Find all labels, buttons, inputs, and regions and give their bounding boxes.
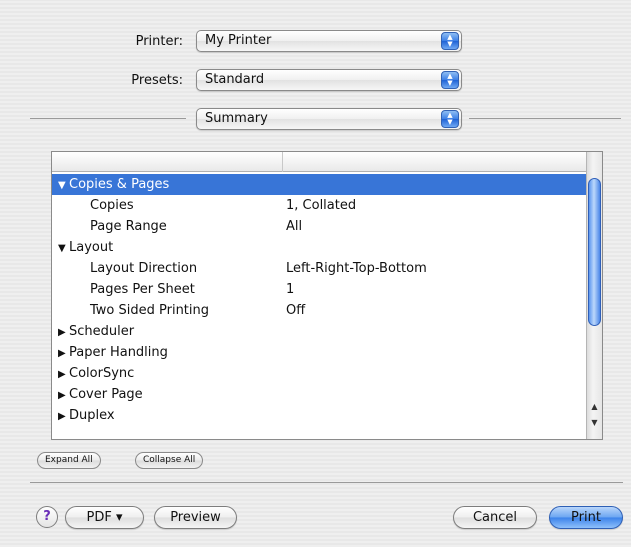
summary-row-label: Pages Per Sheet	[90, 282, 195, 297]
summary-setting-row[interactable]: Page Range All	[52, 216, 588, 237]
summary-row-value: Left-Right-Top-Bottom	[286, 261, 427, 276]
bottom-separator	[30, 482, 623, 483]
cancel-button[interactable]: Cancel	[453, 506, 537, 529]
summary-row-value: 1	[286, 282, 295, 297]
preview-button[interactable]: Preview	[154, 506, 237, 529]
table-header	[52, 152, 588, 172]
separator-left	[30, 118, 186, 119]
scrollbar-thumb[interactable]	[588, 178, 601, 326]
triangle-down-icon[interactable]: ▼	[58, 175, 69, 196]
triangle-right-icon[interactable]: ▶	[58, 385, 69, 406]
scroll-down-arrow-icon[interactable]: ▼	[587, 416, 602, 429]
triangle-right-icon[interactable]: ▶	[58, 364, 69, 385]
panel-value: Summary	[205, 111, 268, 126]
print-button[interactable]: Print	[549, 506, 623, 529]
scroll-up-arrow-icon[interactable]: ▲	[587, 400, 602, 413]
summary-section-row[interactable]: ▶ Cover Page	[52, 384, 588, 405]
triangle-right-icon[interactable]: ▶	[58, 343, 69, 364]
updown-chevrons-icon: ▲ ▼	[441, 110, 459, 128]
printer-value: My Printer	[205, 33, 272, 48]
summary-row-label: Page Range	[90, 219, 167, 234]
updown-chevrons-icon: ▲ ▼	[441, 32, 459, 50]
summary-row-value: Off	[286, 303, 306, 318]
summary-section-row[interactable]: ▶ Paper Handling	[52, 342, 588, 363]
summary-setting-row[interactable]: Two Sided Printing Off	[52, 300, 588, 321]
summary-setting-row[interactable]: Copies 1, Collated	[52, 195, 588, 216]
presets-label: Presets:	[131, 73, 183, 88]
summary-setting-row[interactable]: Layout Direction Left-Right-Top-Bottom	[52, 258, 588, 279]
triangle-down-icon[interactable]: ▼	[58, 238, 69, 259]
triangle-right-icon[interactable]: ▶	[58, 406, 69, 427]
separator-right	[469, 118, 621, 119]
printer-popup[interactable]: My Printer ▲ ▼	[196, 30, 462, 52]
summary-section-row[interactable]: ▶ ColorSync	[52, 363, 588, 384]
help-button[interactable]: ?	[36, 506, 58, 528]
summary-section-row[interactable]: ▼ Layout	[52, 237, 588, 258]
summary-outline-view[interactable]: ▼ Copies & Pages Copies 1, Collated Page Ran…	[51, 151, 603, 440]
summary-row-label: ColorSync	[69, 366, 135, 381]
panel-popup[interactable]: Summary ▲ ▼	[196, 108, 462, 130]
summary-row-label: Copies	[90, 198, 134, 213]
updown-chevrons-icon: ▲ ▼	[441, 71, 459, 89]
summary-section-row[interactable]: ▶ Scheduler	[52, 321, 588, 342]
vertical-scrollbar[interactable]: ▲ ▼	[586, 152, 602, 439]
summary-row-label: Layout	[69, 240, 114, 255]
summary-section-row[interactable]: ▶ Duplex	[52, 405, 588, 426]
summary-row-label: Copies & Pages	[69, 177, 170, 192]
summary-row-label: Two Sided Printing	[90, 303, 210, 318]
collapse-all-button[interactable]: Collapse All	[135, 452, 204, 469]
presets-popup[interactable]: Standard ▲ ▼	[196, 69, 462, 91]
summary-row-value: All	[286, 219, 303, 234]
summary-row-label: Scheduler	[69, 324, 135, 339]
summary-row-label: Layout Direction	[90, 261, 198, 276]
pdf-button[interactable]: PDF ▾	[65, 506, 144, 529]
summary-section-row[interactable]: ▼ Copies & Pages	[52, 174, 588, 195]
summary-row-value: 1, Collated	[286, 198, 357, 213]
summary-setting-row[interactable]: Pages Per Sheet 1	[52, 279, 588, 300]
summary-row-label: Cover Page	[69, 387, 143, 402]
expand-all-button[interactable]: Expand All	[37, 452, 101, 469]
printer-label: Printer:	[135, 34, 183, 49]
summary-row-label: Paper Handling	[69, 345, 168, 360]
presets-value: Standard	[205, 72, 265, 87]
summary-row-label: Duplex	[69, 408, 115, 423]
column-divider	[282, 152, 283, 172]
triangle-right-icon[interactable]: ▶	[58, 322, 69, 343]
